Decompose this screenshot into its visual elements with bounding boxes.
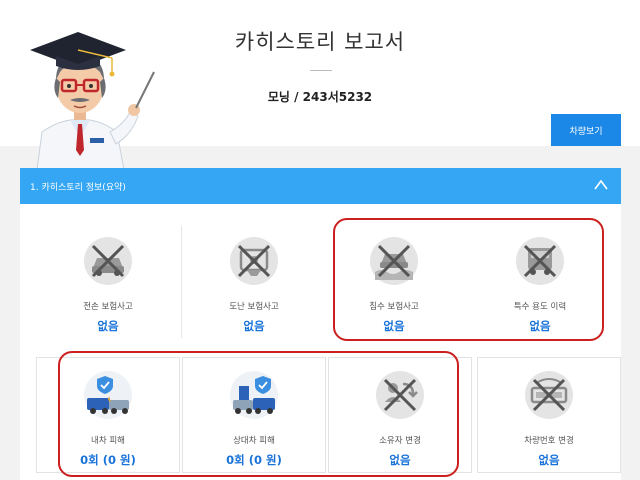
card-value: 없음 bbox=[97, 319, 119, 333]
professor-mascot-icon bbox=[30, 32, 155, 170]
card-label: 상대차 피해 bbox=[233, 436, 275, 446]
card-label: 도난 보험사고 bbox=[229, 302, 279, 312]
card-label: 침수 보험사고 bbox=[369, 302, 419, 312]
crossed-owner-change-icon bbox=[376, 371, 424, 419]
card-label: 차량번호 변경 bbox=[524, 436, 574, 446]
view-history-button[interactable]: 차량보기 bbox=[551, 114, 621, 146]
card-label: 소유자 변경 bbox=[379, 436, 421, 446]
card-label: 전손 보험사고 bbox=[83, 302, 133, 312]
chevron-up-icon[interactable] bbox=[593, 177, 609, 193]
crossed-car-flood-icon bbox=[370, 237, 418, 285]
section-title: 1. 카히스토리 정보(요약) bbox=[30, 182, 126, 193]
card-flood[interactable]: 침수 보험사고 없음 bbox=[322, 224, 466, 342]
card-plate-change[interactable]: 차량번호 변경 없음 bbox=[477, 357, 621, 473]
card-value: 없음 bbox=[538, 453, 560, 467]
card-label: 특수 용도 이력 bbox=[513, 302, 567, 312]
card-label: 내차 피해 bbox=[91, 436, 125, 446]
section-header-summary[interactable]: 1. 카히스토리 정보(요약) bbox=[20, 168, 621, 204]
car-collision-shield-icon bbox=[84, 371, 132, 419]
car-collision-shield-other-icon bbox=[230, 371, 278, 419]
card-my-car-damage[interactable]: 내차 피해 0회 (0 원) bbox=[36, 357, 180, 473]
card-value: 0회 (0 원) bbox=[226, 453, 282, 467]
crossed-plate-change-icon bbox=[525, 371, 573, 419]
card-value: 없음 bbox=[243, 319, 265, 333]
card-owner-change[interactable]: 소유자 변경 없음 bbox=[328, 357, 472, 473]
card-theft[interactable]: 도난 보험사고 없음 bbox=[182, 224, 326, 342]
crossed-car-special-use-icon bbox=[516, 237, 564, 285]
card-special-use[interactable]: 특수 용도 이력 없음 bbox=[468, 224, 612, 342]
title-divider bbox=[310, 70, 332, 71]
card-value: 없음 bbox=[389, 453, 411, 467]
crossed-car-total-loss-icon bbox=[84, 237, 132, 285]
card-value: 없음 bbox=[383, 319, 405, 333]
crossed-car-theft-icon bbox=[230, 237, 278, 285]
card-value: 없음 bbox=[529, 319, 551, 333]
card-total-loss[interactable]: 전손 보험사고 없음 bbox=[36, 224, 180, 342]
card-other-car-damage[interactable]: 상대차 피해 0회 (0 원) bbox=[182, 357, 326, 473]
card-value: 0회 (0 원) bbox=[80, 453, 136, 467]
